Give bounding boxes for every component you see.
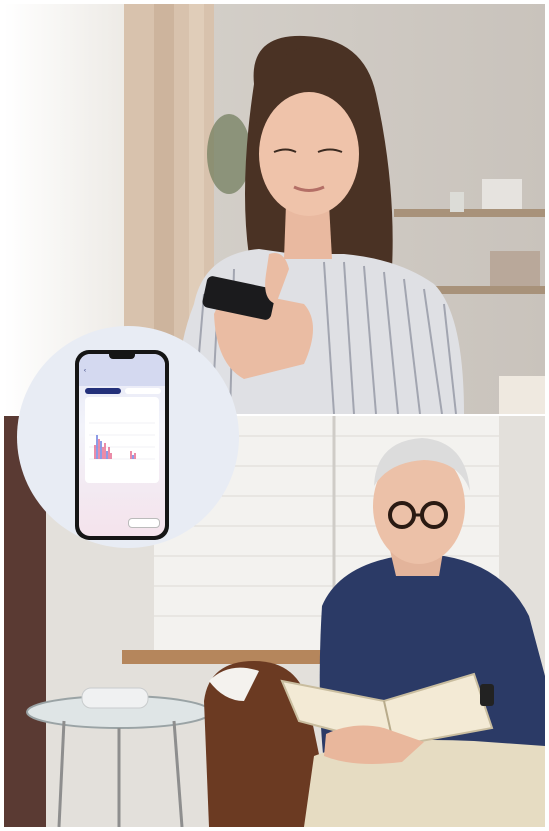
- phone-screen: ‹: [79, 354, 165, 536]
- back-chevron-icon[interactable]: ‹: [84, 368, 86, 374]
- tab-inactive[interactable]: [125, 388, 161, 394]
- tab-active[interactable]: [85, 388, 121, 394]
- app-action-button[interactable]: [128, 518, 160, 528]
- face: [259, 92, 359, 216]
- smart-hub-device: [81, 687, 149, 709]
- window-sill: [122, 650, 322, 664]
- app-inset-circle: ‹: [17, 326, 239, 548]
- activity-card: [85, 397, 159, 483]
- activity-chart: [89, 422, 155, 460]
- phone-notch: [109, 354, 135, 359]
- phone-mockup: ‹: [75, 350, 169, 540]
- shelf-upper: [394, 209, 545, 217]
- plant: [207, 114, 251, 194]
- watch: [480, 684, 494, 706]
